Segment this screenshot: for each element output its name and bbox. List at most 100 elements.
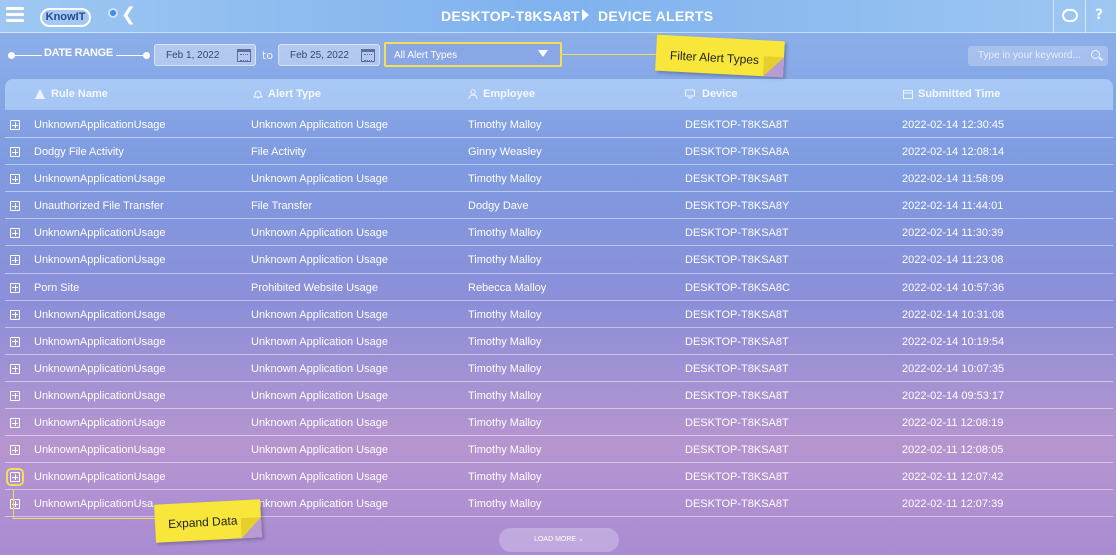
column-header[interactable]: Rule Name <box>51 88 108 100</box>
table-cell: Unknown Application Usage <box>251 227 388 240</box>
search-icon[interactable] <box>1091 50 1100 59</box>
page-title: DEVICE ALERTS <box>598 8 714 24</box>
table-cell: Porn Site <box>34 281 80 294</box>
table-cell: 2022-02-11 12:07:42 <box>902 471 1004 484</box>
table-cell: DESKTOP-T8KSA8T <box>685 471 789 484</box>
table-cell: Unknown Application Usage <box>251 417 388 430</box>
search-input[interactable]: Type in your keyword... <box>968 46 1108 66</box>
table-row[interactable]: UnknownApplicationUsage Unknown Applicati… <box>5 409 1113 437</box>
from-date-value: Feb 1, 2022 <box>166 50 220 61</box>
table-cell: 2022-02-14 12:08:14 <box>902 146 1005 159</box>
table-row[interactable]: UnknownApplicationUsage Unknown Applicati… <box>5 301 1113 328</box>
table-cell: UnknownApplicationUsage <box>34 173 166 186</box>
table-cell: Rebecca Malloy <box>468 281 547 294</box>
status-dot-icon <box>108 8 118 18</box>
table-cell: Timothy Malloy <box>468 362 542 375</box>
table-cell: Unknown Application Usage <box>251 119 388 131</box>
expand-icon[interactable] <box>10 499 20 510</box>
expand-icon[interactable] <box>10 120 20 130</box>
expand-icon[interactable] <box>10 390 20 401</box>
table-cell: UnknownApplicationUsage <box>34 227 166 240</box>
alerts-table-body: UnknownApplicationUsage Unknown Applicati… <box>5 111 1113 518</box>
calendar-icon[interactable] <box>361 49 375 62</box>
bell-icon <box>253 90 263 99</box>
expand-icon[interactable] <box>10 255 20 266</box>
table-cell: Ginny Weasley <box>468 146 542 159</box>
table-cell: DESKTOP-T8KSA8T <box>685 254 789 267</box>
table-cell: 2022-02-14 11:58:09 <box>902 173 1004 186</box>
table-cell: Unknown Application Usage <box>251 471 388 484</box>
table-cell: 2022-02-14 12:30:45 <box>902 119 1005 131</box>
date-range-dot <box>143 52 150 59</box>
table-row[interactable]: UnknownApplicationUsage Unknown Applicati… <box>5 328 1113 355</box>
to-date-value: Feb 25, 2022 <box>290 50 349 61</box>
table-row[interactable]: Dodgy File Activity File Activity Ginny We… <box>5 138 1113 166</box>
table-cell: DESKTOP-T8KSA8T <box>685 417 789 430</box>
table-cell: 2022-02-14 10:19:54 <box>902 335 1005 348</box>
table-cell: DESKTOP-T8KSA8T <box>685 498 789 511</box>
expand-icon[interactable] <box>10 228 20 239</box>
date-range-label: DATE RANGE <box>44 47 113 59</box>
table-cell: DESKTOP-T8KSA8C <box>685 281 790 294</box>
table-cell: Unknown Application Usage <box>251 173 388 186</box>
table-cell: DESKTOP-T8KSA8T <box>685 308 789 321</box>
expand-icon[interactable] <box>10 309 20 320</box>
filter-annotation-text: Filter Alert Types <box>669 48 760 68</box>
table-cell: 2022-02-14 11:30:39 <box>902 227 1004 240</box>
annotation-connector <box>13 518 156 519</box>
table-row[interactable]: UnknownApplicationUsage Unknown Applicati… <box>5 436 1113 464</box>
table-row[interactable]: UnknownApplicationUsage Unknown Applicati… <box>5 165 1113 193</box>
column-header[interactable]: Device <box>702 88 737 100</box>
search-placeholder: Type in your keyword... <box>978 50 1081 61</box>
expand-icon[interactable] <box>10 418 20 429</box>
load-more-button[interactable]: LOAD MORE ⌄ <box>499 528 619 552</box>
table-cell: Prohibited Website Usage <box>251 281 378 294</box>
divider <box>1085 0 1086 33</box>
table-cell: Timothy Malloy <box>468 335 542 348</box>
to-date-input[interactable]: Feb 25, 2022 <box>278 44 380 66</box>
table-cell: Timothy Malloy <box>468 498 542 511</box>
user-icon <box>468 89 478 99</box>
expand-icon[interactable] <box>10 336 20 347</box>
table-cell: Unknown Application Usage <box>251 444 388 457</box>
alert-type-select[interactable]: All Alert Types <box>384 42 562 67</box>
table-cell: Timothy Malloy <box>468 227 542 240</box>
table-cell: DESKTOP-T8KSA8T <box>685 444 789 457</box>
expand-icon[interactable] <box>10 282 20 293</box>
expand-icon[interactable] <box>10 201 20 212</box>
expand-icon[interactable] <box>10 363 20 374</box>
calendar-icon[interactable] <box>237 49 251 62</box>
table-row[interactable]: UnknownApplicationUsage Unknown Applicati… <box>5 382 1113 410</box>
date-range-line <box>14 55 42 56</box>
table-cell: 2022-02-14 11:44:01 <box>902 200 1004 213</box>
breadcrumb-device[interactable]: DESKTOP-T8KSA8T <box>441 8 580 24</box>
column-header[interactable]: Employee <box>483 88 535 100</box>
expand-icon[interactable] <box>10 147 20 158</box>
chat-icon[interactable] <box>1062 5 1078 22</box>
date-range-line <box>116 55 144 56</box>
annotation-connector <box>13 490 14 518</box>
expand-icon[interactable] <box>10 174 20 185</box>
table-row[interactable]: UnknownApplicationUsage Unknown Applicati… <box>5 463 1113 491</box>
table-cell: Timothy Malloy <box>468 173 542 186</box>
table-row[interactable]: UnknownApplicationUsage Unknown Applicati… <box>5 219 1113 247</box>
expand-icon[interactable] <box>10 445 20 456</box>
table-row[interactable]: UnknownApplicationUsage Unknown Applicati… <box>5 111 1113 139</box>
table-cell: DESKTOP-T8KSA8A <box>685 146 790 159</box>
table-cell: Timothy Malloy <box>468 119 542 131</box>
table-row[interactable]: Porn Site Prohibited Website Usage Rebecca… <box>5 274 1113 301</box>
column-header[interactable]: Alert Type <box>268 88 321 100</box>
menu-icon[interactable] <box>6 7 24 23</box>
table-cell: UnknownApplicationUsage <box>34 471 166 484</box>
table-cell: UnknownApplicationUsage <box>34 417 166 430</box>
table-cell: Timothy Malloy <box>468 444 542 457</box>
expand-icon[interactable] <box>6 468 24 487</box>
table-cell: UnknownApplicationUsage <box>34 335 166 348</box>
from-date-input[interactable]: Feb 1, 2022 <box>154 44 256 66</box>
column-header[interactable]: Submitted Time <box>918 88 1000 100</box>
table-row[interactable]: UnknownApplicationUsage Unknown Applicati… <box>5 246 1113 274</box>
table-row[interactable]: Unauthorized File Transfer File Transfer D… <box>5 192 1113 220</box>
back-chevron-icon[interactable]: ❮ <box>121 5 136 27</box>
help-icon[interactable]: ? <box>1095 7 1103 23</box>
table-row[interactable]: UnknownApplicationUsage Unknown Applicati… <box>5 355 1113 382</box>
